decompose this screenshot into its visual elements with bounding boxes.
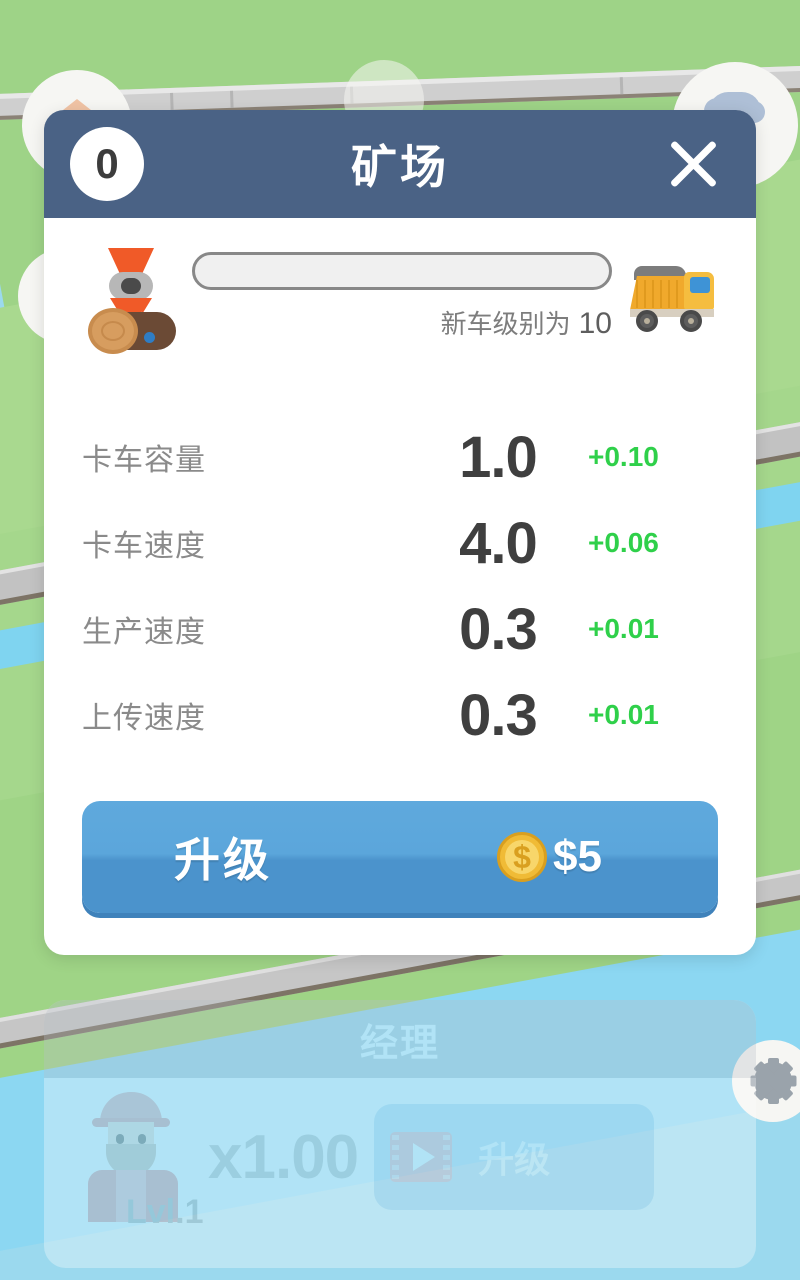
coin-icon: $ [497,832,547,882]
stat-value: 0.3 [459,596,538,662]
manager-panel: 经理 Lvl.1 x1.00 升级 [44,1000,756,1268]
manager-level: Lvl.1 [126,1193,204,1231]
stat-delta: +0.10 [588,441,659,472]
game-screen: 经理 Lvl.1 x1.00 升级 0 矿场 新车级别为 10 卡车容量 1.0… [0,0,800,1280]
stat-row: 卡车容量 1.0 +0.10 [82,414,718,500]
upgrade-cost-text: $5 [553,832,602,881]
stat-value: 0.3 [459,682,538,748]
stat-row: 生产速度 0.3 +0.01 [82,586,718,672]
progress-caption-text: 新车级别为 [440,309,571,339]
gear-icon [750,1058,796,1104]
progress-caption-value: 10 [578,307,612,340]
stat-label: 卡车容量 [82,444,206,477]
close-icon[interactable] [664,135,722,193]
stat-value: 4.0 [459,510,538,576]
stat-delta: +0.01 [588,613,659,644]
dialog-title: 矿场 [351,141,449,193]
manager-panel-header: 经理 [44,1000,756,1078]
stat-row: 上传速度 0.3 +0.01 [82,672,718,758]
manager-row[interactable]: Lvl.1 x1.00 升级 [44,1078,756,1231]
dialog-header: 0 矿场 [44,110,756,218]
stat-delta: +0.01 [588,699,659,730]
upgrade-button-label: 升级 [174,834,272,886]
stats-list: 卡车容量 1.0 +0.10 卡车速度 4.0 +0.06 生产速度 0.3 +0.01 上传速度… [82,414,718,758]
stat-label: 卡车速度 [82,530,206,563]
log-grabber-icon [82,246,178,354]
upgrade-button[interactable]: 升级 $ $5 [82,801,718,913]
manager-upgrade-button[interactable]: 升级 [374,1104,655,1210]
manager-multiplier: x1.00 [208,1122,359,1192]
manager-avatar-wrap: Lvl.1 [78,1092,203,1231]
truck-progress-bar [192,252,612,290]
stat-label: 上传速度 [82,702,206,735]
progress-column: 新车级别为 10 [192,246,612,341]
manager-panel-title: 经理 [359,1022,440,1065]
dump-truck-icon [626,262,718,334]
upgrade-area: 升级 $ $5 [82,787,718,955]
progress-caption: 新车级别为 10 [441,304,612,341]
truck-progress-section: 新车级别为 10 [82,218,718,360]
stat-value: 1.0 [459,424,538,490]
manager-upgrade-label: 升级 [478,1139,551,1180]
dialog-body: 新车级别为 10 卡车容量 1.0 +0.10 卡车速度 4.0 +0.06 生产速度 0.3… [44,218,756,955]
stat-delta: +0.06 [588,527,659,558]
mine-level-badge: 0 [70,127,144,201]
video-ad-icon [390,1132,453,1182]
stat-row: 卡车速度 4.0 +0.06 [82,500,718,586]
stat-label: 生产速度 [82,616,206,649]
mine-upgrade-dialog: 0 矿场 新车级别为 10 卡车容量 1.0 +0.10 卡车速度 4.0 +0… [44,110,756,955]
coin-symbol: $ [513,839,531,875]
upgrade-cost-group: $ $5 [497,832,602,882]
